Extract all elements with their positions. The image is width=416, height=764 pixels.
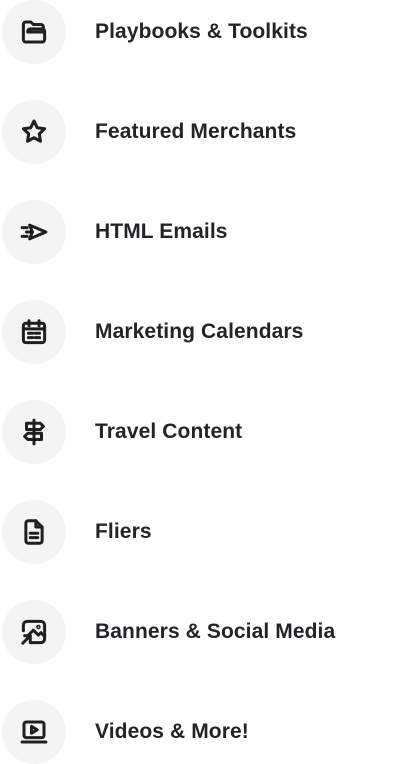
calendar-icon: [2, 300, 66, 364]
star-icon: [2, 100, 66, 164]
resource-menu: Playbooks & Toolkits Featured Merchants …: [2, 0, 414, 764]
image-share-icon: [2, 600, 66, 664]
menu-item-label: Banners & Social Media: [95, 620, 336, 643]
menu-item-label: Playbooks & Toolkits: [95, 20, 308, 43]
folder-icon: [2, 0, 66, 64]
menu-item-travel-content[interactable]: Travel Content: [2, 400, 414, 464]
menu-item-label: Videos & More!: [95, 720, 249, 743]
menu-item-featured-merchants[interactable]: Featured Merchants: [2, 100, 414, 164]
menu-item-label: Travel Content: [95, 420, 243, 443]
menu-item-playbooks-toolkits[interactable]: Playbooks & Toolkits: [2, 0, 414, 64]
signpost-icon: [2, 400, 66, 464]
menu-item-label: Featured Merchants: [95, 120, 297, 143]
menu-item-fliers[interactable]: Fliers: [2, 500, 414, 564]
menu-item-label: Marketing Calendars: [95, 320, 304, 343]
menu-item-banners-social-media[interactable]: Banners & Social Media: [2, 600, 414, 664]
menu-item-html-emails[interactable]: HTML Emails: [2, 200, 414, 264]
menu-item-label: HTML Emails: [95, 220, 228, 243]
menu-item-marketing-calendars[interactable]: Marketing Calendars: [2, 300, 414, 364]
paper-plane-icon: [2, 200, 66, 264]
menu-item-videos-more[interactable]: Videos & More!: [2, 700, 414, 764]
video-player-icon: [2, 700, 66, 764]
menu-item-label: Fliers: [95, 520, 152, 543]
document-icon: [2, 500, 66, 564]
